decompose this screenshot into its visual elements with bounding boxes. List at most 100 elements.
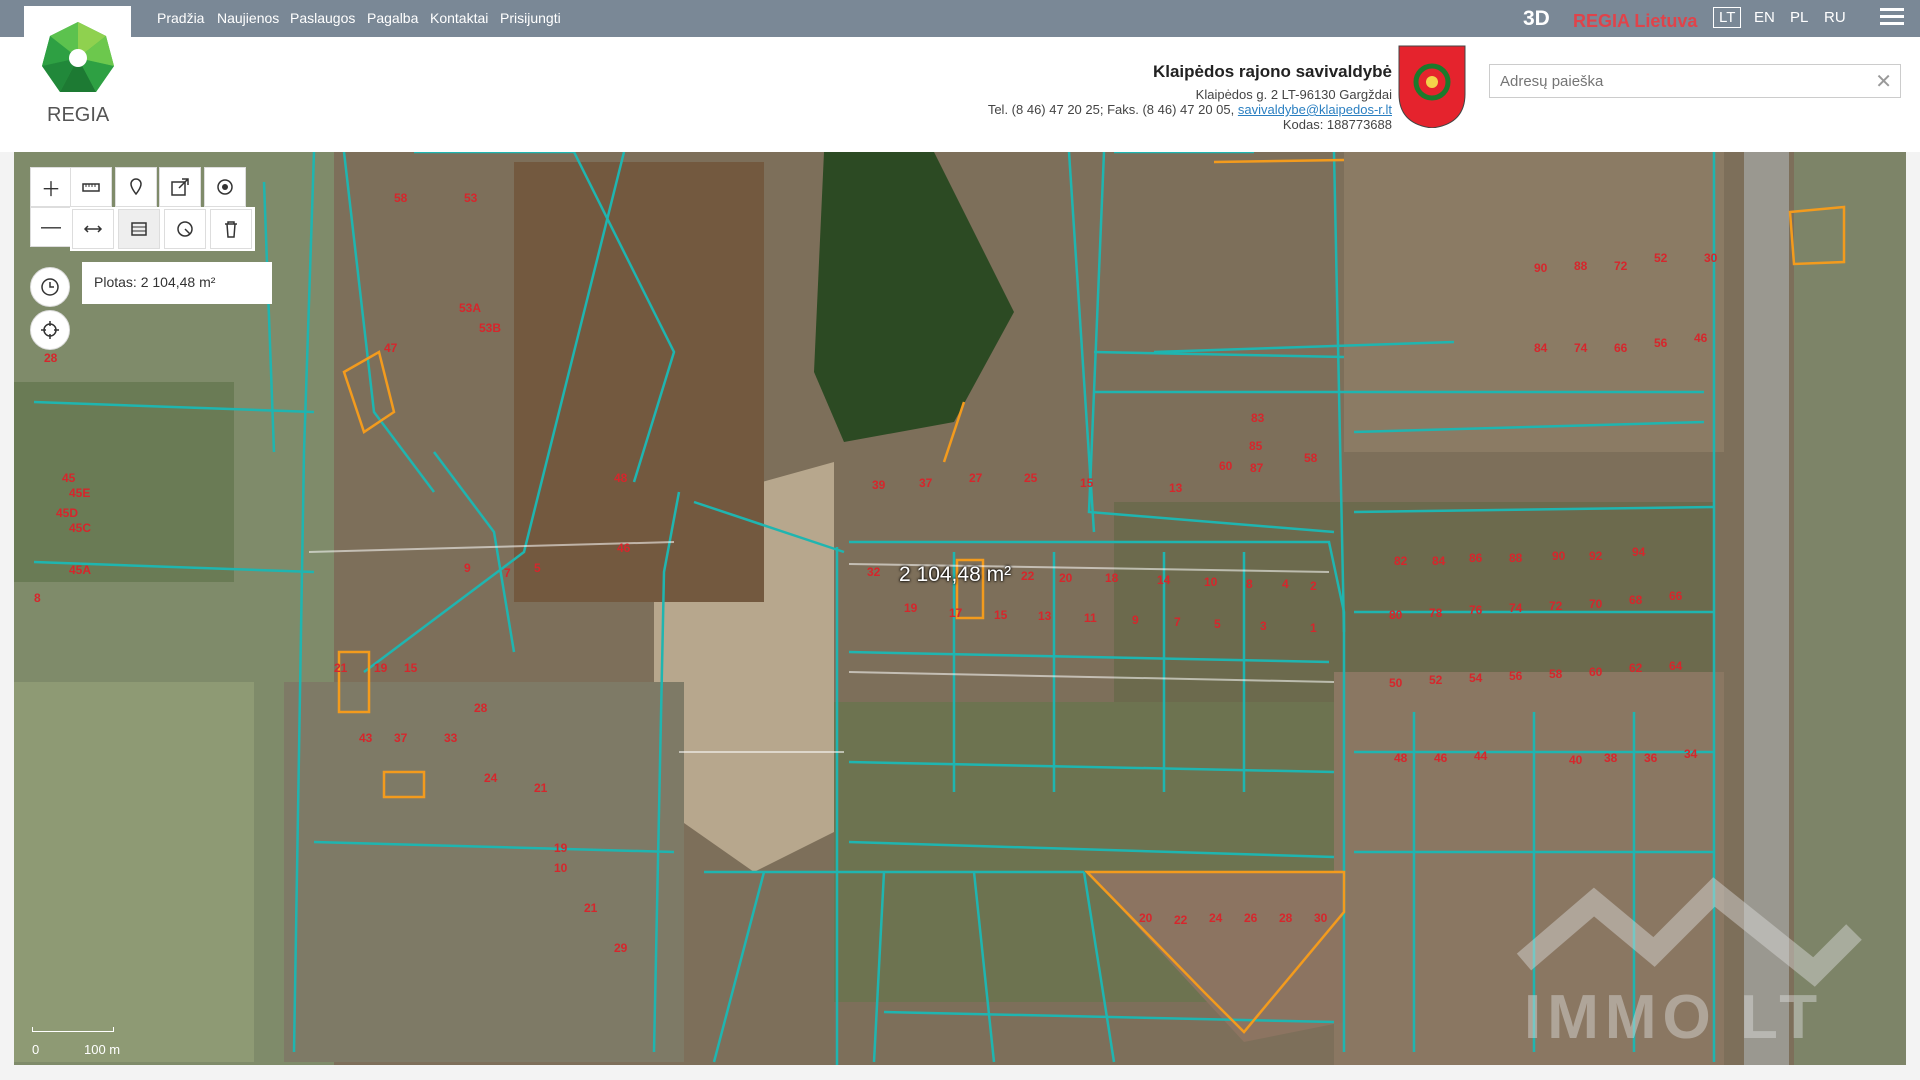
crosshair-icon [41, 321, 59, 339]
municipality-code: Kodas: 188773688 [1282, 117, 1392, 132]
hamburger-menu-icon[interactable] [1880, 8, 1904, 29]
svg-text:39: 39 [872, 478, 886, 492]
logo-text: REGIA [47, 104, 110, 126]
coat-of-arms-icon [1398, 45, 1466, 128]
gps-button[interactable] [204, 167, 246, 207]
location-pin-icon [130, 178, 142, 196]
radius-icon [177, 221, 193, 237]
svg-text:5: 5 [534, 561, 541, 575]
svg-text:46: 46 [617, 541, 631, 555]
svg-text:33: 33 [444, 731, 458, 745]
svg-text:4: 4 [1282, 577, 1289, 591]
svg-text:45E: 45E [69, 486, 90, 500]
cadastral-map[interactable]: 32 22 20 18 14 10 842 19 17 15 13 11 9 7531 39 37… [14, 152, 1906, 1065]
svg-text:87: 87 [1250, 461, 1264, 475]
svg-text:76: 76 [1469, 603, 1483, 617]
share-button[interactable] [159, 167, 201, 207]
measure-distance-button[interactable] [72, 209, 114, 249]
municipality-address: Klaipėdos g. 2 LT-96130 Gargždai [1195, 87, 1392, 102]
history-button[interactable] [30, 267, 70, 307]
pin-button[interactable] [115, 167, 157, 207]
nav-contacts[interactable]: Kontaktai [430, 10, 488, 26]
measure-radius-button[interactable] [164, 209, 206, 249]
svg-text:22: 22 [1021, 569, 1035, 583]
zoom-out-button[interactable]: — [30, 207, 72, 247]
svg-text:62: 62 [1629, 661, 1643, 675]
svg-text:21: 21 [534, 781, 548, 795]
svg-text:11: 11 [1084, 611, 1097, 625]
3d-button[interactable]: 3D [1523, 7, 1550, 31]
svg-text:68: 68 [1629, 593, 1643, 607]
svg-text:18: 18 [1105, 571, 1119, 585]
measure-ruler-button[interactable] [70, 167, 112, 207]
nav-help[interactable]: Pagalba [367, 10, 418, 26]
svg-text:24: 24 [1209, 911, 1223, 925]
svg-text:70: 70 [1589, 597, 1603, 611]
delete-measure-button[interactable] [210, 209, 252, 249]
svg-text:19: 19 [904, 601, 918, 615]
nav-news[interactable]: Naujienos [217, 10, 279, 26]
svg-text:45D: 45D [56, 506, 78, 520]
svg-text:37: 37 [394, 731, 408, 745]
lang-ru[interactable]: RU [1824, 9, 1846, 26]
municipality-contacts: Tel. (8 46) 47 20 25; Faks. (8 46) 47 20… [987, 102, 1392, 117]
svg-text:2: 2 [1310, 579, 1317, 593]
svg-text:19: 19 [554, 841, 568, 855]
svg-text:72: 72 [1549, 599, 1563, 613]
svg-text:34: 34 [1684, 747, 1698, 761]
nav-services[interactable]: Paslaugos [290, 10, 355, 26]
svg-text:45: 45 [62, 471, 76, 485]
ruler-icon [82, 183, 100, 192]
municipality-email-link[interactable]: savivaldybe@klaipedos-r.lt [1238, 102, 1392, 117]
address-search-input[interactable] [1498, 65, 1872, 97]
svg-text:37: 37 [919, 476, 933, 490]
scale-bar [32, 1027, 114, 1032]
svg-text:58: 58 [1549, 667, 1563, 681]
svg-text:30: 30 [1704, 251, 1718, 265]
svg-text:58: 58 [1304, 451, 1318, 465]
svg-text:66: 66 [1669, 589, 1683, 603]
regia-logo[interactable]: REGIA [24, 6, 131, 152]
svg-text:60: 60 [1219, 459, 1233, 473]
lang-en[interactable]: EN [1754, 9, 1775, 26]
svg-text:53B: 53B [479, 321, 501, 335]
svg-text:40: 40 [1569, 753, 1583, 767]
svg-text:38: 38 [1604, 751, 1618, 765]
regia-lietuva-link[interactable]: REGIA Lietuva [1573, 11, 1697, 32]
svg-text:46: 46 [1694, 331, 1708, 345]
svg-text:53: 53 [464, 191, 478, 205]
svg-text:10: 10 [554, 861, 568, 875]
locate-me-button[interactable] [30, 310, 70, 350]
svg-text:88: 88 [1574, 259, 1588, 273]
zoom-in-button[interactable]: ＋ [30, 167, 72, 207]
svg-text:28: 28 [1279, 911, 1293, 925]
svg-text:92: 92 [1589, 549, 1603, 563]
lang-pl[interactable]: PL [1790, 9, 1808, 26]
lang-lt[interactable]: LT [1713, 7, 1742, 28]
svg-text:80: 80 [1389, 608, 1403, 622]
nav-home[interactable]: Pradžia [157, 10, 204, 26]
target-icon [217, 179, 233, 195]
svg-text:17: 17 [949, 606, 963, 620]
svg-text:46: 46 [1434, 751, 1448, 765]
address-search: ✕ [1489, 64, 1901, 98]
area-result: Plotas: 2 104,48 m² [82, 262, 272, 304]
measure-area-button[interactable] [118, 209, 160, 249]
clear-search-icon[interactable]: ✕ [1875, 69, 1892, 94]
svg-text:58: 58 [394, 191, 408, 205]
svg-text:28: 28 [474, 701, 488, 715]
svg-text:36: 36 [1644, 751, 1658, 765]
svg-text:52: 52 [1429, 673, 1443, 687]
svg-text:10: 10 [1204, 575, 1218, 589]
nav-login[interactable]: Prisijungti [500, 10, 561, 26]
svg-text:21: 21 [334, 661, 348, 675]
regia-logo-icon [42, 22, 114, 92]
scale-zero: 0 [32, 1042, 40, 1057]
svg-text:1: 1 [1310, 621, 1317, 635]
svg-text:48: 48 [614, 471, 628, 485]
svg-text:53A: 53A [459, 301, 481, 315]
watermark-text: IMMO LT [1524, 983, 1824, 1052]
svg-text:72: 72 [1614, 259, 1628, 273]
svg-text:56: 56 [1654, 336, 1668, 350]
svg-text:15: 15 [1080, 476, 1094, 490]
